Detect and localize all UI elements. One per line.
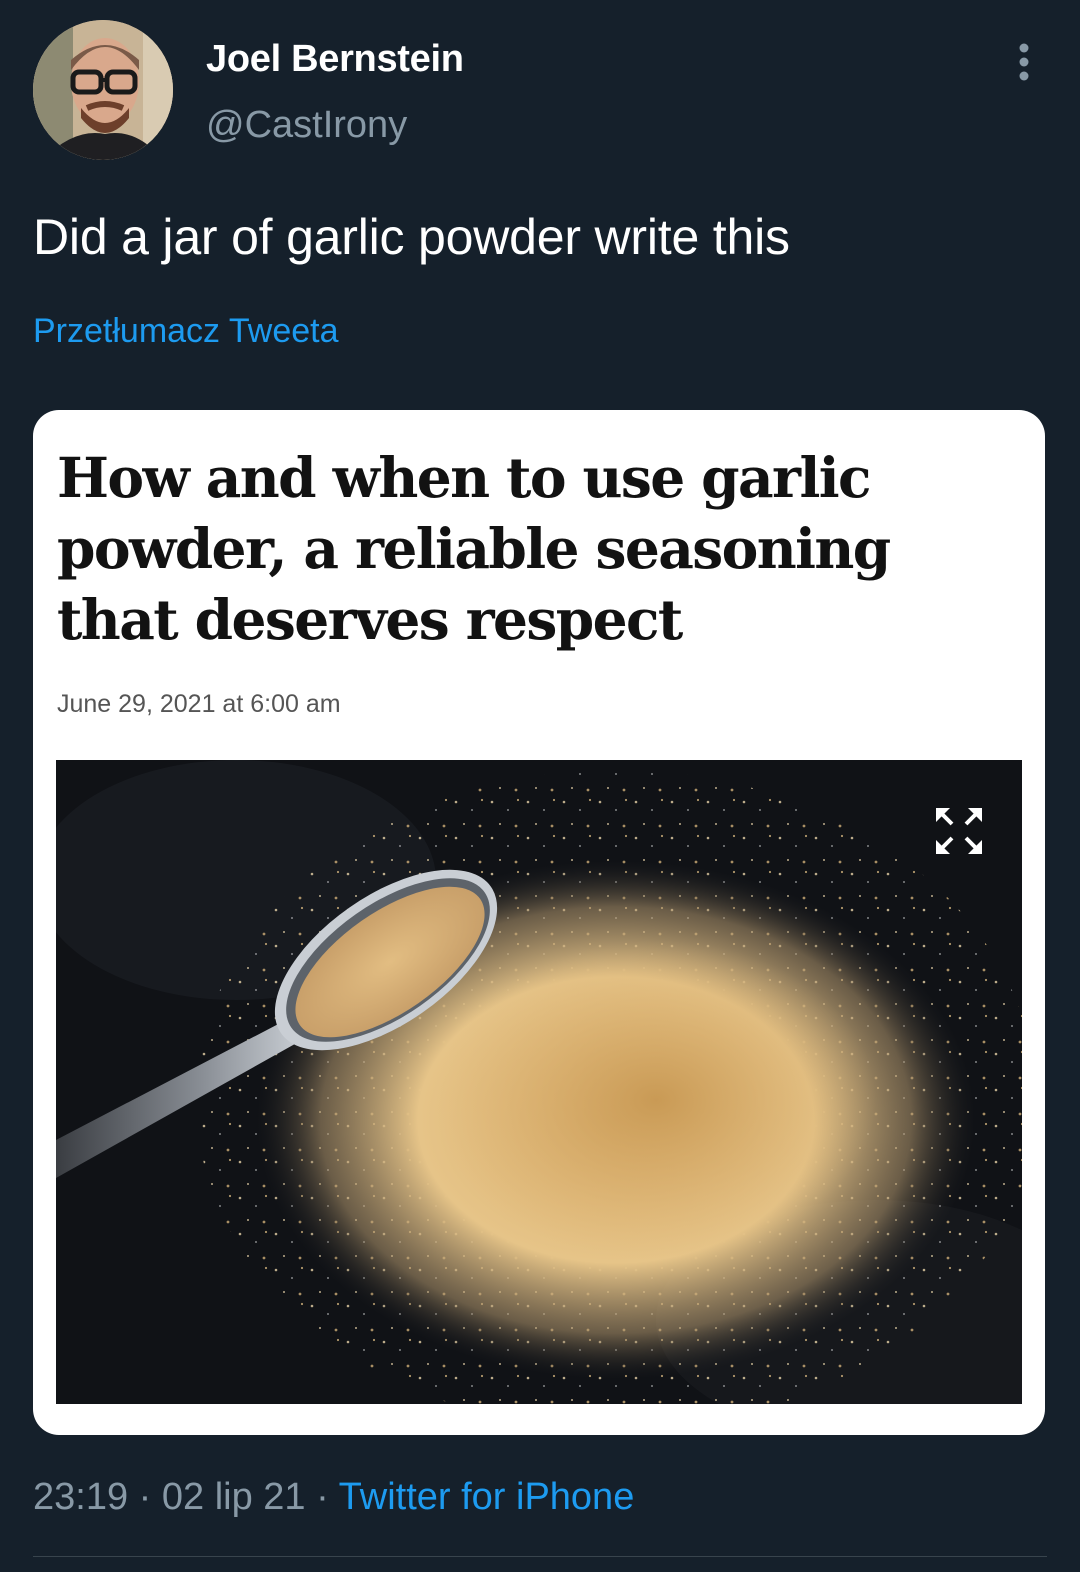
tweet-text: Did a jar of garlic powder write this bbox=[33, 209, 790, 265]
quoted-article-card[interactable]: How and when to use garlic powder, a rel… bbox=[33, 410, 1045, 1435]
article-headline: How and when to use garlic powder, a rel… bbox=[57, 445, 891, 652]
divider bbox=[33, 1556, 1047, 1557]
avatar[interactable] bbox=[33, 20, 173, 160]
more-vertical-icon bbox=[1019, 43, 1029, 81]
translate-tweet-link[interactable]: Przetłumacz Tweeta bbox=[33, 312, 339, 351]
author-handle[interactable]: @CastIrony bbox=[206, 104, 407, 147]
author-name[interactable]: Joel Bernstein bbox=[206, 38, 464, 81]
more-options-button[interactable] bbox=[1004, 40, 1044, 84]
garlic-powder-spoon-image bbox=[56, 760, 1022, 1404]
tweet-time: 23:19 bbox=[33, 1476, 129, 1518]
meta-separator: · bbox=[316, 1476, 329, 1518]
meta-separator: · bbox=[138, 1476, 152, 1518]
tweet-date: 02 lip 21 bbox=[161, 1476, 306, 1518]
article-photo[interactable] bbox=[56, 760, 1022, 1404]
expand-icon[interactable] bbox=[932, 804, 986, 858]
article-date: June 29, 2021 at 6:00 am bbox=[57, 690, 341, 718]
avatar-photo bbox=[33, 20, 173, 160]
tweet-source-link[interactable]: Twitter for iPhone bbox=[339, 1476, 635, 1518]
tweet-meta: 23:19 · 02 lip 21 · Twitter for iPhone bbox=[33, 1476, 634, 1519]
